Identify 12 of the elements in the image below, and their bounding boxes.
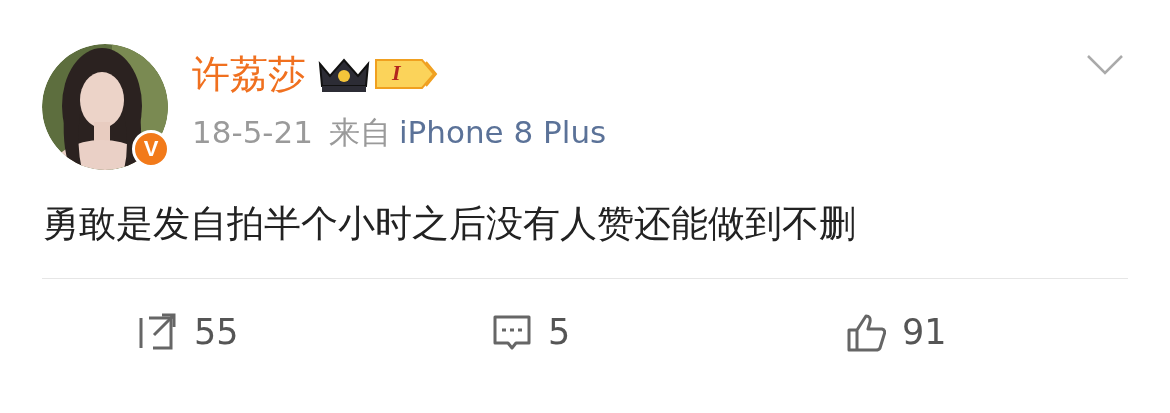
level-badge: I bbox=[314, 52, 442, 96]
source-label: 来自 bbox=[329, 113, 391, 152]
repost-icon[interactable] bbox=[138, 312, 178, 352]
thumbs-up-icon[interactable] bbox=[846, 312, 886, 352]
repost-count: 55 bbox=[194, 312, 239, 352]
post-date: 18-5-21 bbox=[192, 113, 313, 152]
source-device: iPhone 8 Plus bbox=[399, 113, 607, 152]
verified-badge: V bbox=[132, 130, 170, 168]
author-name[interactable]: 许荔莎 bbox=[192, 52, 306, 96]
post-text: 勇敢是发自拍半个小时之后没有人赞还能做到不删 bbox=[42, 201, 857, 247]
like-count: 91 bbox=[902, 312, 947, 352]
comment-count: 5 bbox=[548, 312, 571, 352]
